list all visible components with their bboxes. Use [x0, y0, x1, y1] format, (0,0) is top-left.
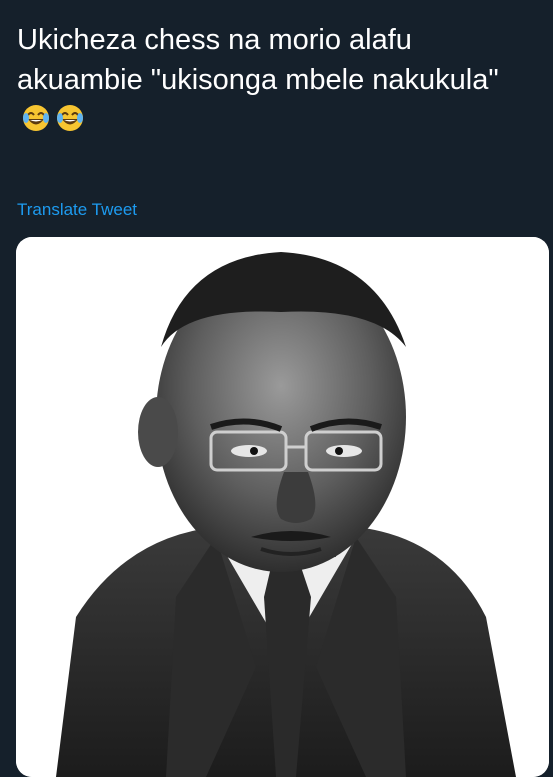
tweet-media-image[interactable] [16, 237, 549, 777]
tweet-text-container: Ukicheza chess na morio alafu akuambie "… [17, 20, 537, 144]
translate-tweet-link[interactable]: Translate Tweet [17, 200, 137, 220]
tweet-text: Ukicheza chess na morio alafu akuambie "… [17, 24, 499, 96]
caricature-illustration [16, 237, 549, 777]
face-with-tears-of-joy-icon [55, 103, 85, 144]
face-with-tears-of-joy-icon [21, 103, 51, 144]
